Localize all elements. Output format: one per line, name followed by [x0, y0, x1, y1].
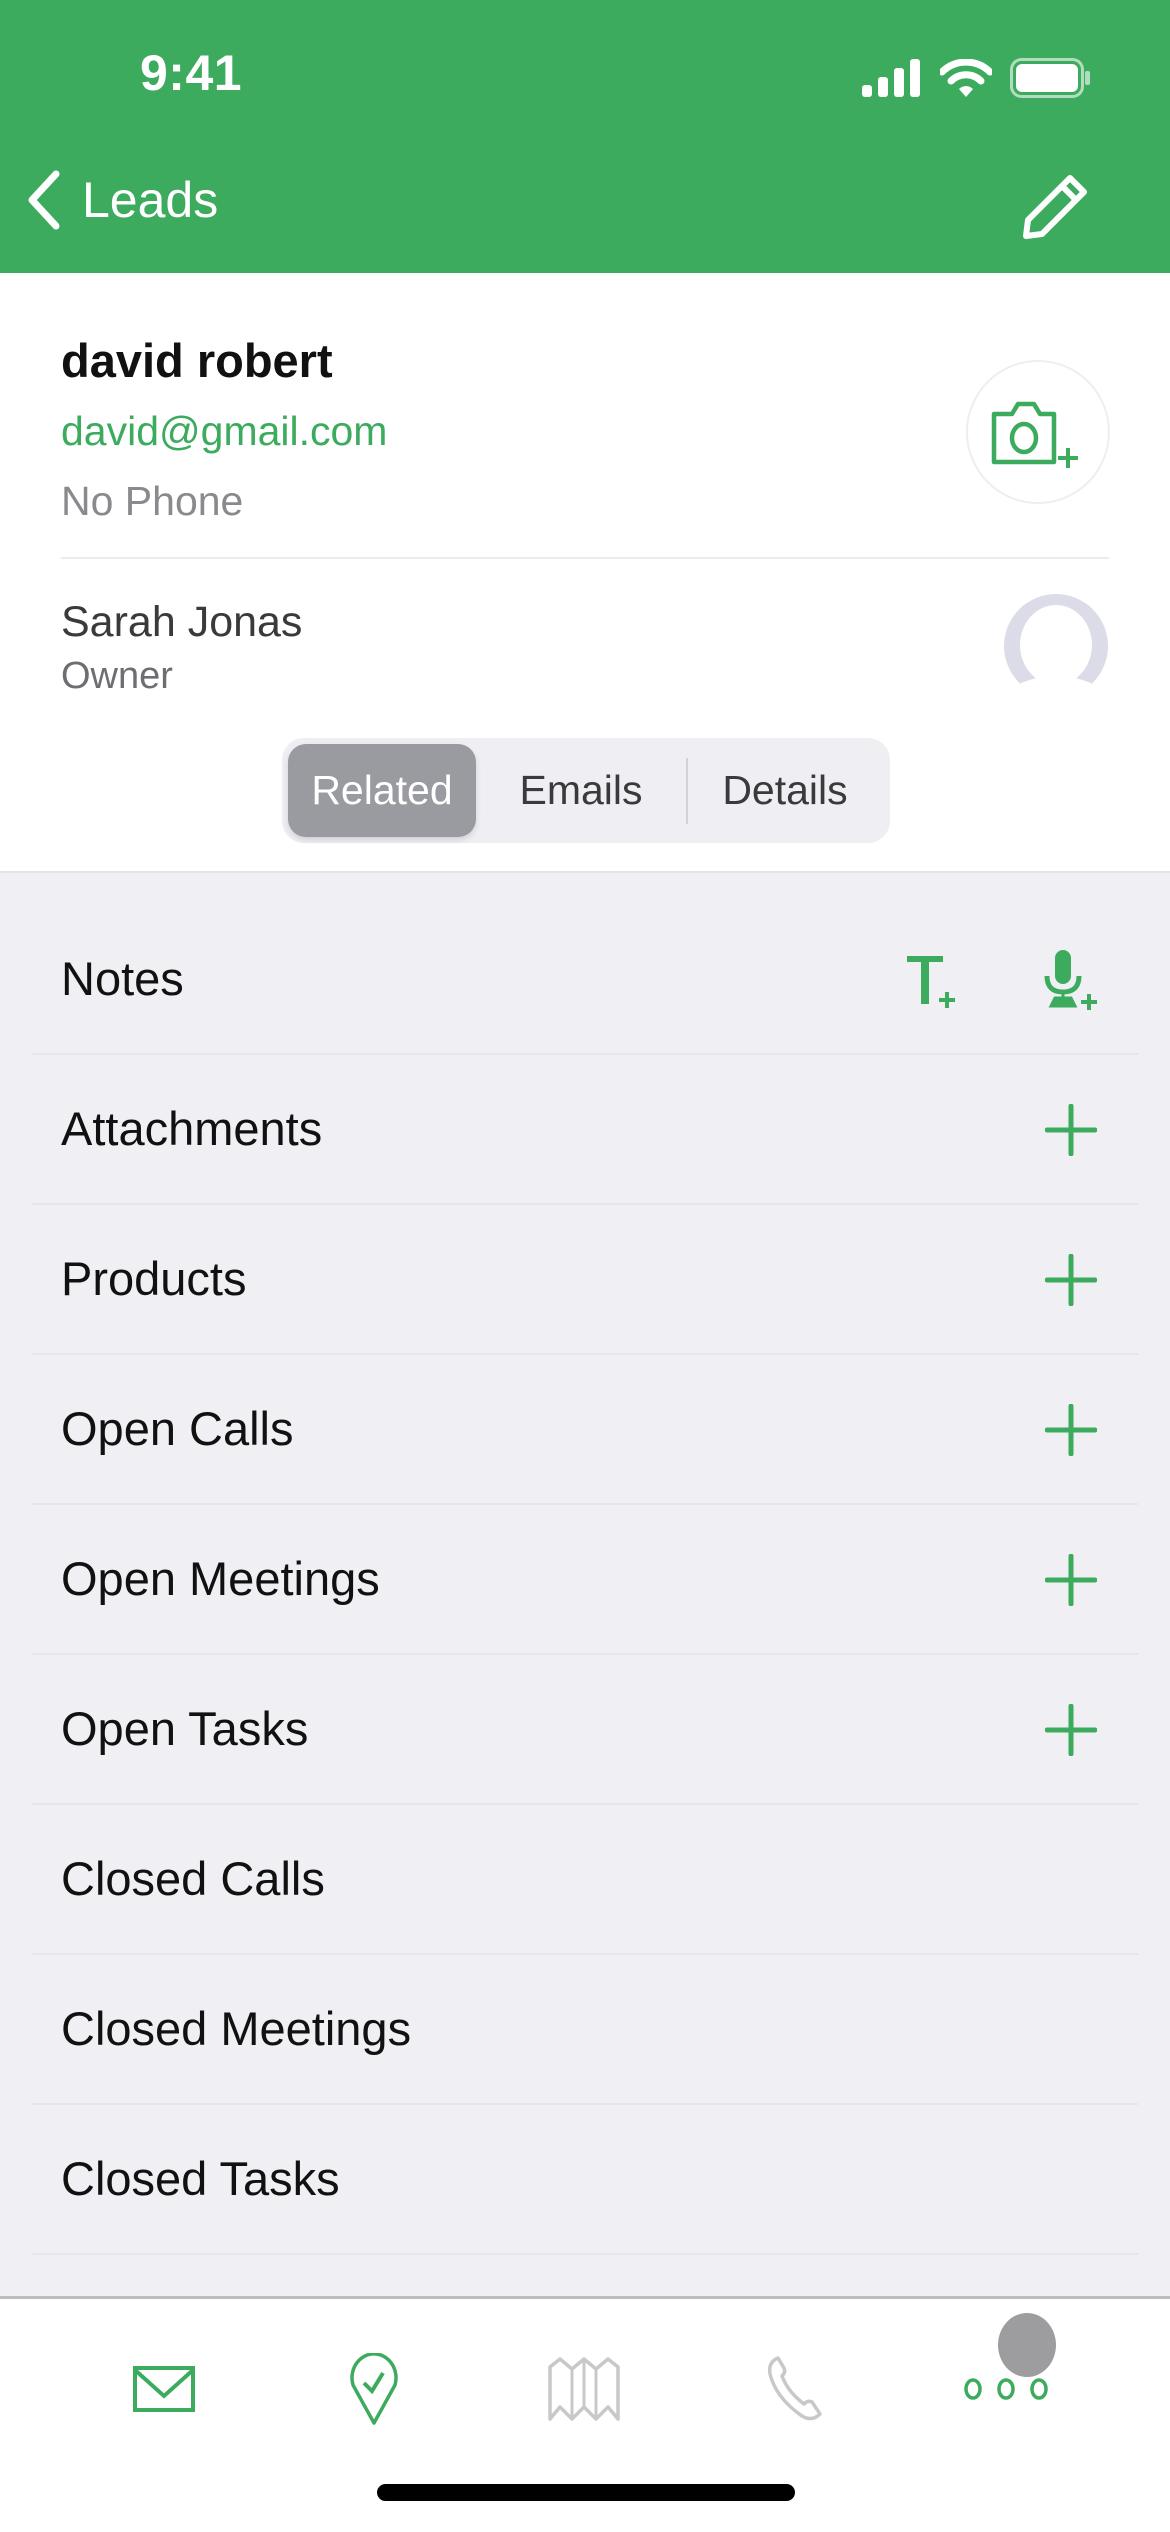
add-open-meetings-button[interactable] [1036, 1545, 1106, 1615]
related-row-attachments[interactable]: Attachments [0, 1055, 1170, 1205]
lead-name: david robert [61, 334, 333, 387]
related-row-closed-calls[interactable]: Closed Calls [0, 1805, 1170, 1955]
related-list: Notes Attachments Products Open Calls Open … [0, 873, 1170, 2255]
chevron-left-icon [28, 170, 60, 230]
segment-emails[interactable]: Emails [476, 744, 686, 837]
row-label: Closed Tasks [61, 2152, 340, 2205]
row-label: Open Calls [61, 1402, 294, 1455]
tab-map[interactable] [534, 2339, 634, 2439]
plus-icon [1045, 1104, 1097, 1156]
row-label: Products [61, 1252, 247, 1305]
tab-mail[interactable] [114, 2339, 214, 2439]
add-text-note-button[interactable] [898, 945, 968, 1015]
more-dots-icon [964, 2378, 1048, 2400]
add-products-button[interactable] [1036, 1245, 1106, 1315]
plus-icon [1045, 1554, 1097, 1606]
battery-icon [1010, 58, 1090, 98]
segment-details[interactable]: Details [688, 744, 882, 837]
camera-plus-icon [991, 401, 1078, 468]
touch-indicator [998, 2313, 1056, 2377]
row-divider [32, 2253, 1138, 2255]
owner-name: Sarah Jonas [61, 598, 303, 646]
status-time: 9:41 [140, 45, 243, 101]
related-row-open-meetings[interactable]: Open Meetings [0, 1505, 1170, 1655]
edit-button[interactable] [1020, 172, 1090, 242]
plus-icon [1045, 1404, 1097, 1456]
status-icons [862, 58, 1092, 98]
owner-role: Owner [61, 655, 173, 697]
signal-icon [862, 59, 920, 97]
row-label: Closed Calls [61, 1852, 325, 1905]
row-label: Attachments [61, 1102, 323, 1155]
owner-avatar[interactable] [1003, 593, 1109, 699]
wifi-icon [940, 59, 992, 97]
back-button[interactable]: Leads [24, 170, 218, 230]
related-row-open-tasks[interactable]: Open Tasks [0, 1655, 1170, 1805]
phone-icon [767, 2356, 822, 2421]
row-label: Notes [61, 952, 184, 1005]
add-voice-note-button[interactable] [1036, 945, 1106, 1015]
related-row-products[interactable]: Products [0, 1205, 1170, 1355]
lead-profile-card: david robert david@gmail.com No Phone Sa… [0, 273, 1170, 873]
lead-email-link[interactable]: david@gmail.com [61, 408, 387, 455]
row-label: Closed Meetings [61, 2002, 412, 2055]
location-check-icon [350, 2353, 398, 2425]
voice-note-add-icon [1044, 950, 1097, 1010]
add-open-tasks-button[interactable] [1036, 1695, 1106, 1765]
plus-icon [1045, 1704, 1097, 1756]
lead-phone: No Phone [61, 478, 244, 524]
avatar-placeholder-icon [1004, 594, 1108, 699]
add-open-calls-button[interactable] [1036, 1395, 1106, 1465]
map-icon [548, 2357, 620, 2421]
nav-header: 9:41 Leads [0, 0, 1170, 273]
back-label: Leads [82, 172, 219, 228]
related-row-closed-tasks[interactable]: Closed Tasks [0, 2105, 1170, 2255]
envelope-icon [133, 2366, 195, 2412]
related-row-open-calls[interactable]: Open Calls [0, 1355, 1170, 1505]
pencil-icon [1023, 175, 1087, 239]
row-label: Open Meetings [61, 1552, 380, 1605]
related-row-closed-meetings[interactable]: Closed Meetings [0, 1955, 1170, 2105]
tab-check-in[interactable] [324, 2339, 424, 2439]
profile-divider [61, 557, 1109, 559]
home-indicator[interactable] [377, 2484, 795, 2501]
text-note-add-icon [907, 956, 955, 1008]
segmented-control: Related Emails Details [282, 738, 890, 843]
related-row-notes[interactable]: Notes [0, 905, 1170, 1055]
plus-icon [1045, 1254, 1097, 1306]
row-label: Open Tasks [61, 1702, 309, 1755]
segment-related[interactable]: Related [288, 744, 476, 837]
add-attachments-button[interactable] [1036, 1095, 1106, 1165]
add-photo-button[interactable] [966, 360, 1110, 504]
tab-phone[interactable] [744, 2339, 844, 2439]
